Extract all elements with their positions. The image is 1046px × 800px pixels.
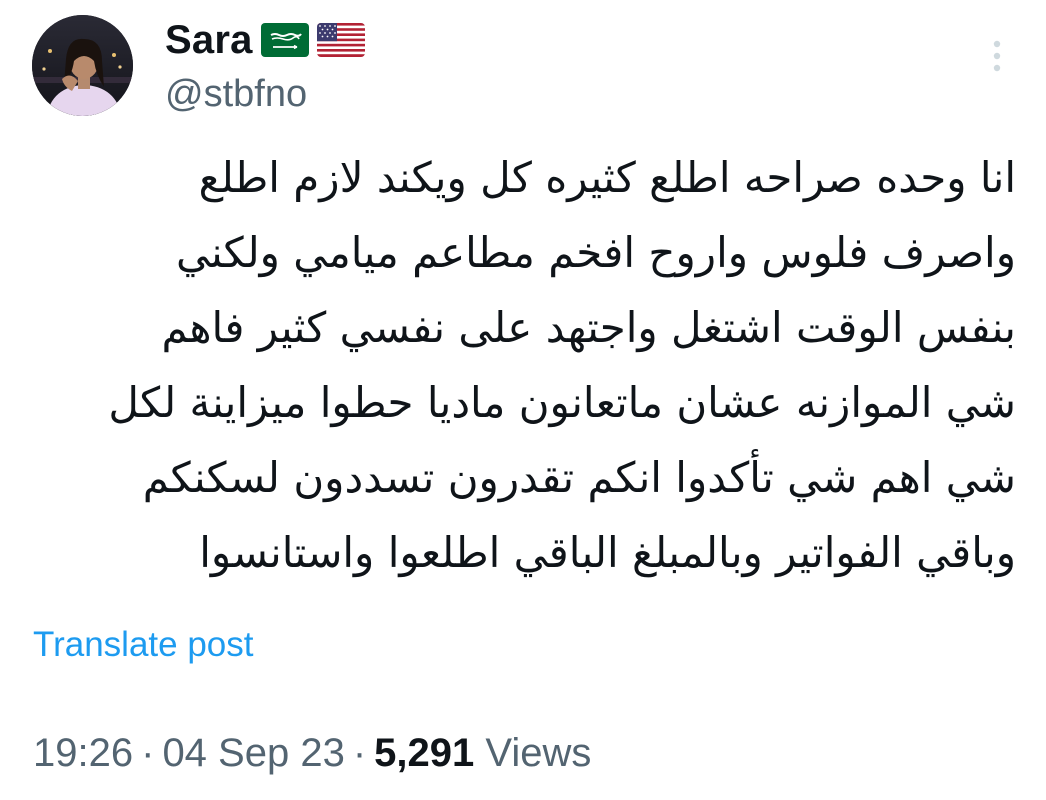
more-options-button[interactable] [980, 36, 1014, 76]
tweet-text: انا وحده صراحه اطلع كثيره كل ويكند لازم … [40, 140, 1016, 590]
tweet-text-line: واصرف فلوس واروح افخم مطاعم ميامي ولكني [176, 228, 1016, 277]
tweet-card: Sara @stbfno انا وحده صراحه اطلع كثيره ك… [0, 0, 1046, 800]
post-date[interactable]: 04 Sep 23 [162, 731, 344, 775]
tweet-metadata: 19:26 · 04 Sep 23 · 5,291 Views [33, 727, 591, 779]
author-handle[interactable]: @stbfno [165, 70, 307, 118]
post-time[interactable]: 19:26 [33, 731, 133, 775]
views-count[interactable]: 5,291 [374, 731, 474, 775]
tweet-text-line: انا وحده صراحه اطلع كثيره كل ويكند لازم … [198, 153, 1016, 202]
avatar[interactable] [32, 15, 133, 116]
views-label[interactable]: Views [485, 731, 591, 775]
tweet-text-line: شي اهم شي تأكدوا انكم تقدرون تسددون لسكن… [142, 453, 1016, 502]
united-states-flag-icon [316, 23, 365, 57]
separator-dot: · [141, 731, 155, 775]
separator-dot: · [352, 731, 367, 775]
more-vertical-icon [993, 40, 1001, 72]
translate-post-link[interactable]: Translate post [33, 622, 253, 668]
tweet-text-line: وباقي الفواتير وبالمبلغ الباقي اطلعوا وا… [199, 528, 1016, 577]
display-name[interactable]: Sara [165, 14, 253, 66]
tweet-text-line: بنفس الوقت اشتغل واجتهد على نفسي كثير فا… [161, 303, 1016, 352]
avatar-photo-icon [32, 15, 133, 116]
tweet-text-line: شي الموازنه عشان ماتعانون ماديا حطوا ميز… [108, 378, 1016, 427]
author-name-row: Sara [165, 14, 365, 66]
saudi-arabia-flag-icon [260, 23, 309, 57]
